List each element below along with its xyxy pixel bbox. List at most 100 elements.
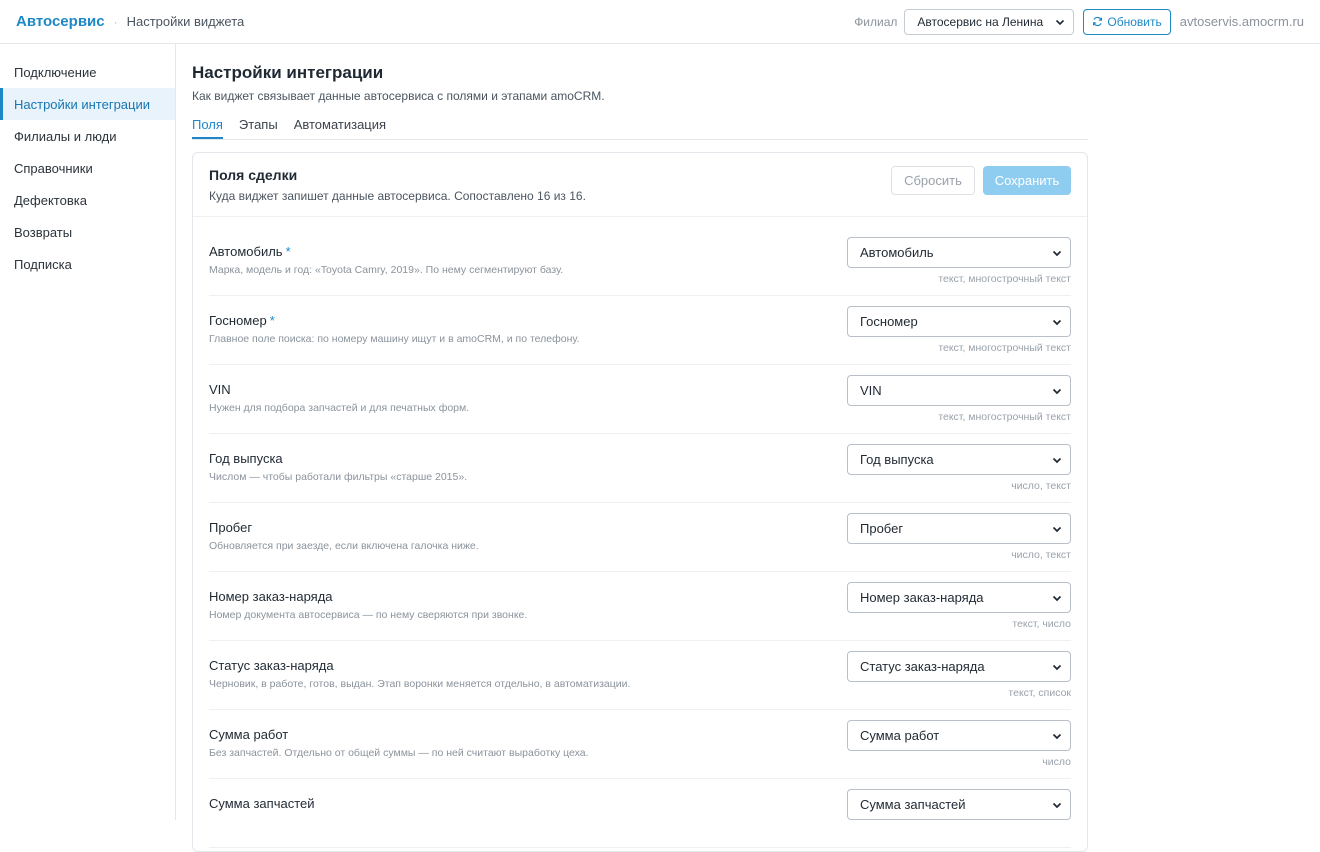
field-types: текст, многострочный текст <box>938 411 1071 423</box>
field-label-text: Пробег <box>209 520 253 535</box>
reset-button[interactable]: Сбросить <box>891 166 975 195</box>
field-select-value: Год выпуска <box>860 452 934 467</box>
field-label-text: Сумма работ <box>209 727 289 742</box>
breadcrumb-separator: · <box>113 14 118 29</box>
field-select-value: Номер заказ-наряда <box>860 590 984 605</box>
field-row-vin: VIN Нужен для подбора запчастей и для пе… <box>209 365 1071 434</box>
field-select-value: Автомобиль <box>860 245 934 260</box>
chevron-down-icon <box>1052 664 1062 670</box>
field-types: число, текст <box>1011 480 1071 492</box>
page-title: Настройки интеграции <box>192 63 384 82</box>
page-subtitle: Как виджет связывает данные автосервиса … <box>192 89 605 103</box>
field-select-value: Госномер <box>860 314 918 329</box>
card-header: Поля сделки Куда виджет запишет данные а… <box>193 153 1087 217</box>
field-select-year[interactable]: Год выпуска <box>847 444 1071 475</box>
field-label: Госномер * <box>209 313 275 328</box>
main-content: Настройки интеграции Как виджет связывае… <box>192 44 1088 852</box>
field-label: Сумма работ <box>209 727 288 742</box>
sidebar-item-defects[interactable]: Дефектовка <box>0 184 175 216</box>
required-mark: * <box>285 244 291 259</box>
sidebar-item-directories[interactable]: Справочники <box>0 152 175 184</box>
branch-select[interactable]: Автосервис на Ленина <box>904 8 1075 35</box>
chevron-down-icon <box>1052 802 1062 808</box>
field-select-mileage[interactable]: Пробег <box>847 513 1071 544</box>
field-label-text: Сумма запчастей <box>209 796 315 811</box>
chevron-down-icon <box>1052 733 1062 739</box>
tab-fields[interactable]: Поля <box>192 115 223 139</box>
field-select-order-number[interactable]: Номер заказ-наряда <box>847 582 1071 613</box>
field-row-mileage: Пробег Обновляется при заезде, если вклю… <box>209 503 1071 572</box>
field-types: текст, список <box>1008 687 1071 699</box>
account-domain[interactable]: avtoservis.amocrm.ru <box>1180 14 1304 29</box>
field-types: текст, многострочный текст <box>938 273 1071 285</box>
field-hint: Марка, модель и год: «Toyota Camry, 2019… <box>209 264 564 276</box>
chevron-down-icon <box>1056 19 1065 25</box>
tab-automation[interactable]: Автоматизация <box>294 115 386 139</box>
refresh-button-label: Обновить <box>1107 14 1162 29</box>
field-label-text: Госномер <box>209 313 267 328</box>
save-button[interactable]: Сохранить <box>983 166 1071 195</box>
field-hint: Нужен для подбора запчастей и для печатн… <box>209 402 470 414</box>
tab-stages[interactable]: Этапы <box>239 115 278 139</box>
field-hint: Номер документа автосервиса — по нему св… <box>209 609 528 621</box>
field-label: Сумма запчастей <box>209 796 315 811</box>
sidebar-item-connection[interactable]: Подключение <box>0 56 175 88</box>
field-label: Номер заказ-наряда <box>209 589 333 604</box>
chevron-down-icon <box>1052 319 1062 325</box>
field-hint: Черновик, в работе, готов, выдан. Этап в… <box>209 678 631 690</box>
field-types: текст, многострочный текст <box>938 342 1071 354</box>
field-label: Год выпуска <box>209 451 283 466</box>
field-label-text: Автомобиль <box>209 244 283 259</box>
field-select-vin[interactable]: VIN <box>847 375 1071 406</box>
branch-label: Филиал <box>854 14 898 29</box>
sidebar-item-subscription[interactable]: Подписка <box>0 248 175 280</box>
sidebar-item-branches-people[interactable]: Филиалы и люди <box>0 120 175 152</box>
field-types: текст, число <box>1012 618 1071 630</box>
field-select-value: Сумма работ <box>860 728 940 743</box>
field-list: Автомобиль * Марка, модель и год: «Toyota… <box>193 227 1087 848</box>
chevron-down-icon <box>1052 526 1062 532</box>
brand-logo[interactable]: Автосервис <box>16 13 105 30</box>
chevron-down-icon <box>1052 457 1062 463</box>
field-label: Статус заказ-наряда <box>209 658 334 673</box>
top-bar: Автосервис · Настройки виджета Филиал Ав… <box>0 0 1320 44</box>
field-types: число, текст <box>1011 549 1071 561</box>
field-label: Пробег <box>209 520 252 535</box>
chevron-down-icon <box>1052 595 1062 601</box>
field-hint: Обновляется при заезде, если включена га… <box>209 540 479 552</box>
field-row-order-status: Статус заказ-наряда Черновик, в работе, … <box>209 641 1071 710</box>
field-hint: Главное поле поиска: по номеру машину ищ… <box>209 333 580 345</box>
required-mark: * <box>269 313 275 328</box>
breadcrumb: Настройки виджета <box>126 14 245 29</box>
field-select-order-status[interactable]: Статус заказ-наряда <box>847 651 1071 682</box>
deal-fields-card: Поля сделки Куда виджет запишет данные а… <box>192 152 1088 852</box>
field-row-year: Год выпуска Числом — чтобы работали филь… <box>209 434 1071 503</box>
field-select-plate[interactable]: Госномер <box>847 306 1071 337</box>
field-label: Автомобиль * <box>209 244 291 259</box>
header-controls: Филиал Автосервис на Ленина Обновить avt… <box>854 8 1304 35</box>
chevron-down-icon <box>1052 388 1062 394</box>
tab-bar: Поля Этапы Автоматизация <box>192 115 1088 140</box>
refresh-icon <box>1093 16 1103 27</box>
field-select-value: Статус заказ-наряда <box>860 659 985 674</box>
sidebar-item-integration-settings[interactable]: Настройки интеграции <box>0 88 175 120</box>
branch-select-value: Автосервис на Ленина <box>917 14 1044 29</box>
field-select-parts-sum[interactable]: Сумма запчастей <box>847 789 1071 820</box>
field-select-labor-sum[interactable]: Сумма работ <box>847 720 1071 751</box>
field-label-text: Год выпуска <box>209 451 283 466</box>
field-select-value: Пробег <box>860 521 904 536</box>
sidebar-item-returns[interactable]: Возвраты <box>0 216 175 248</box>
field-row-parts-sum: Сумма запчастей Сумма запчастей <box>209 779 1071 848</box>
field-label-text: VIN <box>209 382 231 397</box>
field-select-value: Сумма запчастей <box>860 797 966 812</box>
field-row-order-number: Номер заказ-наряда Номер документа автос… <box>209 572 1071 641</box>
field-row-plate: Госномер * Главное поле поиска: по номеру… <box>209 296 1071 365</box>
field-label-text: Номер заказ-наряда <box>209 589 333 604</box>
refresh-button[interactable]: Обновить <box>1083 8 1171 35</box>
field-row-labor-sum: Сумма работ Без запчастей. Отдельно от о… <box>209 710 1071 779</box>
field-types: число <box>1042 756 1071 768</box>
field-hint: Числом — чтобы работали фильтры «старше … <box>209 471 468 483</box>
field-select-car[interactable]: Автомобиль <box>847 237 1071 268</box>
field-row-car: Автомобиль * Марка, модель и год: «Toyota… <box>209 227 1071 296</box>
field-label: VIN <box>209 382 231 397</box>
